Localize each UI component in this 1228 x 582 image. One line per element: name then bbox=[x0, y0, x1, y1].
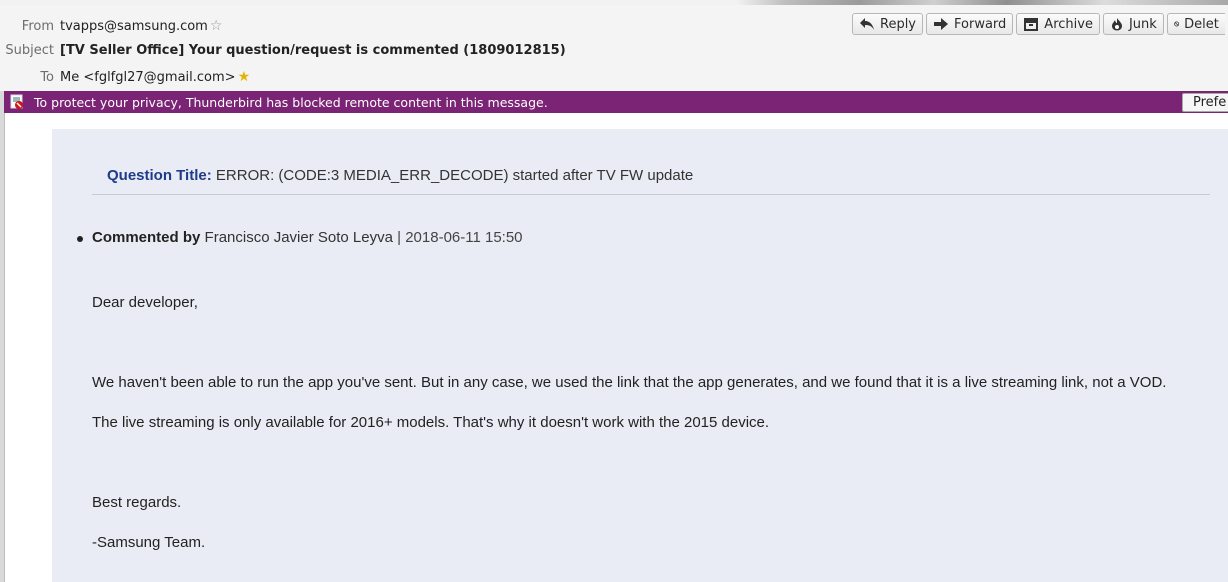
junk-button[interactable]: Junk bbox=[1102, 13, 1164, 35]
from-address[interactable]: tvapps@samsung.com bbox=[60, 19, 208, 34]
comment-meta: Commented by Francisco Javier Soto Leyva… bbox=[92, 229, 523, 246]
to-label: To bbox=[40, 69, 54, 85]
question-title-label: Question Title: bbox=[107, 167, 212, 184]
archive-label: Archive bbox=[1044, 16, 1093, 32]
question-title: Question Title: ERROR: (CODE:3 MEDIA_ERR… bbox=[107, 167, 693, 184]
reply-label: Reply bbox=[880, 16, 917, 32]
junk-flame-icon bbox=[1111, 18, 1122, 31]
content-left-border bbox=[4, 113, 5, 582]
delete-label: Delet bbox=[1184, 16, 1219, 32]
reply-button[interactable]: Reply bbox=[852, 13, 924, 35]
from-label: From bbox=[21, 18, 54, 34]
comment-bullet bbox=[77, 236, 83, 242]
star-outline-icon[interactable]: ☆ bbox=[210, 19, 224, 33]
notice-text: To protect your privacy, Thunderbird has… bbox=[34, 94, 548, 110]
blocked-content-icon bbox=[9, 94, 25, 110]
commented-by-label: Commented by bbox=[92, 229, 201, 246]
body-paragraph-1: We haven't been able to run the app you'… bbox=[92, 374, 1167, 391]
reply-icon bbox=[860, 18, 874, 30]
forward-label: Forward bbox=[954, 16, 1007, 32]
to-row: To Me <fglfgl27@gmail.com> ★ bbox=[0, 67, 252, 87]
forward-arrow-icon bbox=[934, 18, 949, 30]
message-header: From tvapps@samsung.com ☆ Subject [TV Se… bbox=[0, 5, 1228, 91]
comment-datetime: 2018-06-11 15:50 bbox=[405, 229, 523, 246]
remote-content-notice: To protect your privacy, Thunderbird has… bbox=[4, 91, 1228, 113]
archive-box-icon bbox=[1024, 18, 1039, 31]
message-body-panel bbox=[52, 129, 1228, 582]
question-title-text: ERROR: (CODE:3 MEDIA_ERR_DECODE) started… bbox=[215, 167, 694, 184]
greeting-text: Dear developer, bbox=[92, 294, 198, 311]
to-address[interactable]: Me <fglfgl27@gmail.com> bbox=[60, 70, 236, 85]
delete-circle-icon bbox=[1173, 21, 1179, 27]
commenter-name: Francisco Javier Soto Leyva bbox=[204, 229, 393, 246]
signature-text: -Samsung Team. bbox=[92, 534, 206, 551]
preferences-button[interactable]: Prefe bbox=[1182, 93, 1228, 112]
subject-label: Subject bbox=[5, 42, 54, 58]
body-paragraph-2: The live streaming is only available for… bbox=[92, 414, 770, 431]
from-row: From tvapps@samsung.com ☆ bbox=[0, 16, 224, 36]
archive-button[interactable]: Archive bbox=[1016, 13, 1100, 35]
subject-row: Subject [TV Seller Office] Your question… bbox=[0, 40, 566, 60]
closing-text: Best regards. bbox=[92, 494, 182, 511]
meta-separator: | bbox=[397, 229, 402, 246]
question-divider bbox=[92, 194, 1210, 195]
forward-button[interactable]: Forward bbox=[926, 13, 1014, 35]
star-filled-icon[interactable]: ★ bbox=[238, 70, 252, 84]
delete-button[interactable]: Delet bbox=[1166, 13, 1225, 35]
subject-text: [TV Seller Office] Your question/request… bbox=[60, 42, 566, 58]
junk-label: Junk bbox=[1128, 16, 1157, 32]
message-toolbar: Reply Forward Archive Junk Delet bbox=[852, 13, 1225, 35]
